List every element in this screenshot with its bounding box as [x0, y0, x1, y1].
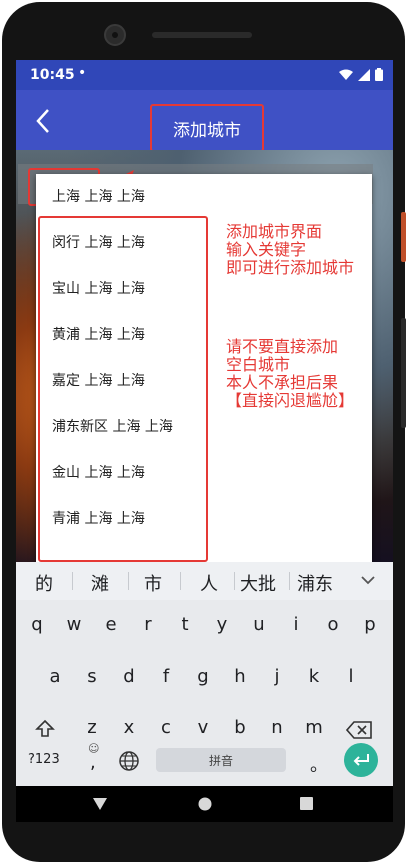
annotation-line: 添加城市界面: [226, 222, 323, 241]
period-key[interactable]: 。: [310, 751, 328, 777]
signal-icon: [358, 68, 370, 81]
globe-icon: [119, 751, 139, 771]
key-v[interactable]: v: [188, 717, 218, 738]
key-r[interactable]: r: [133, 614, 163, 635]
nav-home-icon[interactable]: [198, 797, 212, 811]
status-bar: 10:45 •: [16, 60, 393, 90]
candidate-word[interactable]: 人: [200, 570, 218, 596]
enter-key[interactable]: [344, 743, 378, 777]
system-nav-bar: [16, 786, 393, 822]
annotation-line: 本人不承担后果: [226, 373, 339, 392]
shift-key[interactable]: [30, 714, 60, 744]
annotation-line: 【直接闪退尴尬】: [226, 391, 355, 410]
front-camera: [104, 24, 126, 46]
annotation-line: 即可进行添加城市: [226, 258, 355, 277]
candidate-divider: [72, 572, 73, 590]
key-d[interactable]: d: [114, 666, 144, 687]
candidate-divider: [234, 572, 235, 590]
annotation-line: 输入关键字: [226, 240, 307, 259]
candidate-word[interactable]: 滩: [91, 570, 109, 596]
key-j[interactable]: j: [262, 666, 292, 687]
volume-button: [401, 318, 406, 428]
wifi-icon: [339, 69, 353, 80]
candidate-word[interactable]: 浦东: [297, 570, 333, 596]
key-e[interactable]: e: [96, 614, 126, 635]
key-h[interactable]: h: [225, 666, 255, 687]
key-z[interactable]: z: [77, 717, 107, 738]
key-n[interactable]: n: [262, 717, 292, 738]
earpiece-speaker: [152, 32, 252, 38]
symbols-key[interactable]: ?123: [28, 752, 60, 767]
candidate-word[interactable]: 市: [144, 570, 162, 596]
key-x[interactable]: x: [114, 717, 144, 738]
status-time: 10:45: [30, 67, 75, 83]
key-c[interactable]: c: [151, 717, 181, 738]
key-w[interactable]: w: [59, 614, 89, 635]
candidate-divider: [180, 572, 181, 590]
app-bar: 添加城市: [16, 90, 393, 152]
space-key-label: 拼音: [208, 753, 233, 768]
back-button[interactable]: [30, 106, 60, 136]
back-arrow-icon: [36, 109, 49, 133]
phone-frame: 10:45 • 添加城市 上海 上海 上海 闵行 上海 上海 宝山 上海 上海 …: [2, 2, 405, 862]
enter-icon: [353, 754, 369, 766]
comma-key[interactable]: ,: [90, 752, 96, 773]
candidate-word[interactable]: 大批: [240, 570, 276, 596]
language-key[interactable]: [116, 748, 142, 774]
annotation-line: 空白城市: [226, 355, 291, 374]
status-icons: [339, 68, 383, 81]
key-t[interactable]: t: [170, 614, 200, 635]
page-title: 添加城市: [173, 120, 241, 141]
backspace-icon: [346, 721, 372, 739]
power-button: [401, 212, 406, 262]
soft-keyboard: 的 滩 市 人 大批 浦东 q w e r t y u i o p a s d …: [16, 562, 393, 786]
candidate-divider: [128, 572, 129, 590]
title-highlight-box: 添加城市: [150, 104, 264, 152]
screen: 10:45 • 添加城市 上海 上海 上海 闵行 上海 上海 宝山 上海 上海 …: [16, 60, 393, 822]
key-p[interactable]: p: [355, 614, 385, 635]
key-f[interactable]: f: [151, 666, 181, 687]
key-l[interactable]: l: [336, 666, 366, 687]
candidate-word[interactable]: 的: [35, 570, 53, 596]
key-q[interactable]: q: [22, 614, 52, 635]
key-g[interactable]: g: [188, 666, 218, 687]
candidate-bar: 的 滩 市 人 大批 浦东: [16, 562, 393, 600]
suggestion-item[interactable]: 上海 上海 上海: [52, 186, 145, 206]
annotation-warning: 请不要直接添加 空白城市 本人不承担后果 【直接闪退尴尬】: [226, 338, 354, 410]
candidate-divider: [289, 572, 290, 590]
key-i[interactable]: i: [281, 614, 311, 635]
shift-icon: [35, 719, 55, 737]
annotation-line: 请不要直接添加: [226, 337, 339, 356]
key-b[interactable]: b: [225, 717, 255, 738]
space-key[interactable]: 拼音: [156, 748, 286, 772]
key-k[interactable]: k: [299, 666, 329, 687]
nav-recents-icon[interactable]: [300, 797, 313, 810]
battery-icon: [375, 68, 383, 81]
key-y[interactable]: y: [207, 614, 237, 635]
list-highlight-box: [38, 216, 208, 562]
key-s[interactable]: s: [77, 666, 107, 687]
chevron-down-icon[interactable]: [361, 575, 375, 585]
key-o[interactable]: o: [318, 614, 348, 635]
key-m[interactable]: m: [299, 717, 329, 738]
key-u[interactable]: u: [244, 614, 274, 635]
nav-back-icon[interactable]: [92, 797, 108, 811]
backspace-key[interactable]: [342, 715, 376, 745]
annotation-add-city: 添加城市界面 输入关键字 即可进行添加城市: [226, 223, 354, 277]
notification-dot: •: [78, 65, 87, 81]
key-a[interactable]: a: [40, 666, 70, 687]
